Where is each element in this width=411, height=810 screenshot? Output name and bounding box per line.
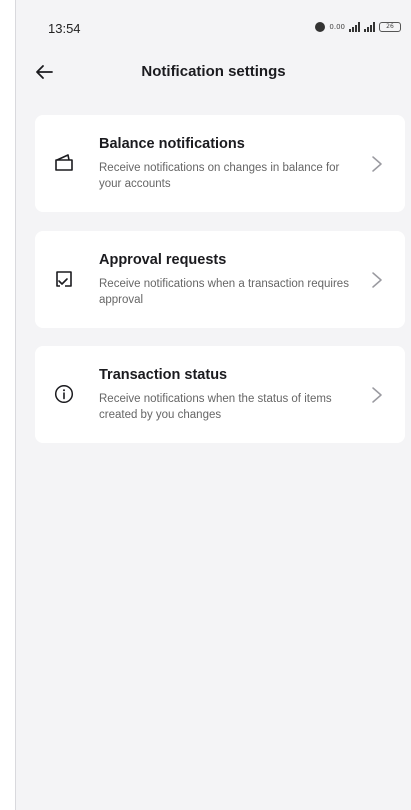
wallet-icon <box>55 154 73 171</box>
network-speed: 0.00 <box>329 22 345 31</box>
transaction-status-item[interactable]: Transaction status Receive notifications… <box>35 346 405 443</box>
chevron-right-icon <box>372 156 382 172</box>
approval-requests-title: Approval requests <box>99 252 227 268</box>
approval-icon <box>56 271 72 287</box>
balance-notifications-description: Receive notifications on changes in bala… <box>99 162 340 190</box>
balance-notifications-item[interactable]: Balance notifications Receive notificati… <box>35 115 405 212</box>
battery-icon: 26 <box>379 22 401 32</box>
app-screen: 13:54 0.00 26 Notification settings Bala… <box>15 0 411 810</box>
app-header: Notification settings <box>16 52 411 92</box>
status-bar: 13:54 0.00 26 <box>16 0 411 60</box>
chevron-right-icon <box>372 272 382 288</box>
status-time: 13:54 <box>48 21 81 36</box>
approval-requests-description: Receive notifications when a transaction… <box>99 278 349 306</box>
info-icon <box>54 384 74 404</box>
approval-requests-item[interactable]: Approval requests Receive notifications … <box>35 231 405 328</box>
alarm-icon <box>315 22 326 32</box>
cell-signal-icon <box>364 22 375 32</box>
wifi-signal-icon <box>349 22 360 32</box>
page-title: Notification settings <box>141 63 286 80</box>
status-icons: 0.00 26 <box>315 20 401 34</box>
transaction-status-description: Receive notifications when the status of… <box>99 393 332 421</box>
chevron-right-icon <box>372 387 382 403</box>
transaction-status-title: Transaction status <box>99 367 228 383</box>
balance-notifications-title: Balance notifications <box>99 136 245 152</box>
